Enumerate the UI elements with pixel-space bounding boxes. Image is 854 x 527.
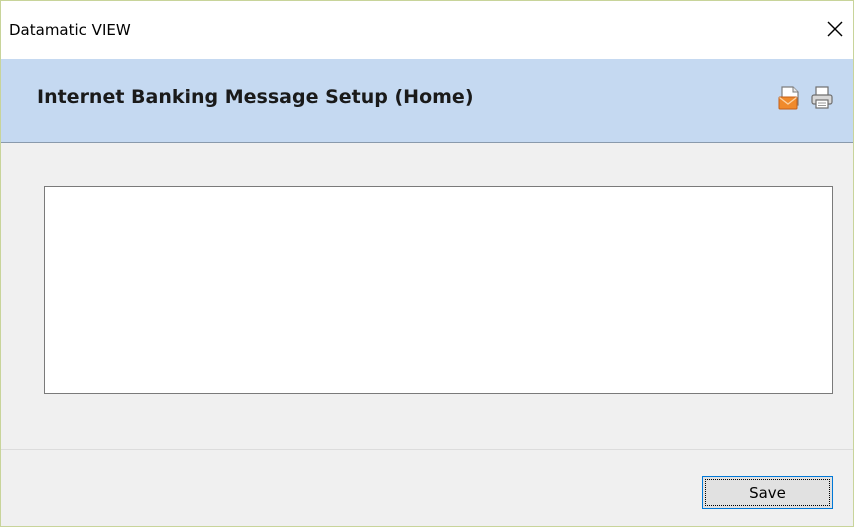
- page-header: Internet Banking Message Setup (Home): [1, 59, 853, 143]
- dialog-window: Datamatic VIEW Internet Banking Message …: [0, 0, 854, 527]
- close-button[interactable]: [823, 17, 847, 41]
- print-icon: [811, 86, 833, 109]
- footer-divider: [1, 449, 853, 450]
- close-icon: [827, 21, 843, 37]
- page-title: Internet Banking Message Setup (Home): [37, 86, 474, 108]
- save-button-label: Save: [705, 479, 830, 506]
- email-icon: [778, 86, 799, 110]
- message-textarea[interactable]: [44, 186, 833, 394]
- save-button[interactable]: Save: [702, 476, 833, 509]
- email-button[interactable]: [777, 85, 803, 111]
- print-button[interactable]: [809, 85, 835, 111]
- window-title: Datamatic VIEW: [9, 21, 131, 39]
- title-bar: Datamatic VIEW: [1, 1, 853, 59]
